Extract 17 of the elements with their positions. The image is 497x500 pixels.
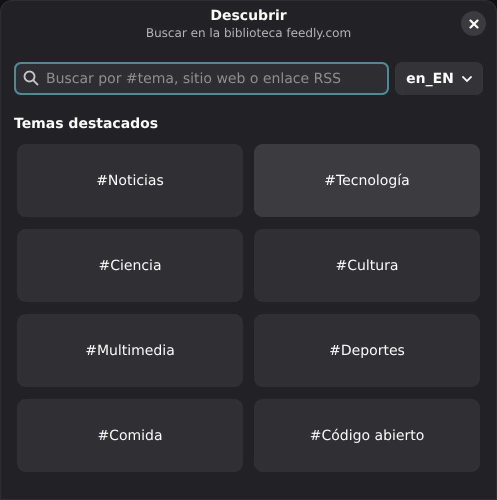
dialog-subtitle: Buscar en la biblioteca feedly.com <box>146 25 352 41</box>
topic-tile[interactable]: #Cultura <box>254 229 480 302</box>
section-heading: Temas destacados <box>14 115 158 133</box>
close-button[interactable] <box>461 11 486 36</box>
topic-tile[interactable]: #Multimedia <box>17 314 243 387</box>
close-icon <box>468 18 478 28</box>
topic-tile[interactable]: #Deportes <box>254 314 480 387</box>
topic-tile[interactable]: #Noticias <box>17 144 243 217</box>
topic-tile[interactable]: #Código abierto <box>254 399 480 472</box>
language-dropdown[interactable]: en_EN <box>395 62 483 95</box>
topic-tile[interactable]: #Ciencia <box>17 229 243 302</box>
topic-tile[interactable]: #Tecnología <box>254 144 480 217</box>
chevron-down-icon <box>462 76 472 82</box>
dialog-title: Descubrir <box>210 7 287 25</box>
topic-tile[interactable]: #Comida <box>17 399 243 472</box>
search-icon <box>23 70 39 86</box>
search-field[interactable]: Buscar por #tema, sitio web o enlace RSS <box>14 62 389 95</box>
